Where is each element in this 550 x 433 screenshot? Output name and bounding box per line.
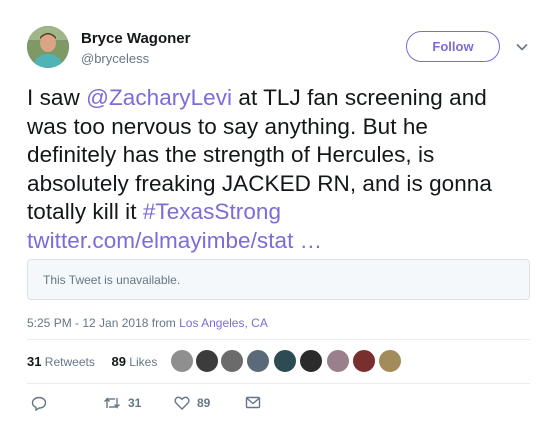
quoted-tweet-card[interactable]: This Tweet is unavailable. bbox=[27, 259, 530, 300]
liker-avatar[interactable] bbox=[170, 349, 194, 373]
avatar[interactable] bbox=[27, 26, 69, 68]
tweet-text-segment: I saw bbox=[27, 85, 87, 110]
author-handle[interactable]: @bryceless bbox=[81, 51, 149, 66]
tweet-location-link[interactable]: Los Angeles, CA bbox=[179, 316, 268, 330]
tweet-text-line: I saw @ZacharyLevi at TLJ fan screening … bbox=[27, 84, 532, 113]
liker-avatar[interactable] bbox=[246, 349, 270, 373]
author-name[interactable]: Bryce Wagoner bbox=[81, 30, 190, 47]
like-count: 89 bbox=[197, 396, 211, 410]
retweet-count: 31 bbox=[128, 396, 142, 410]
retweets-count: 31 bbox=[27, 354, 42, 369]
tweet-text-line: definitely has the strength of Hercules,… bbox=[27, 141, 532, 170]
chevron-down-icon[interactable] bbox=[515, 40, 529, 54]
likes-stat[interactable]: 89 Likes bbox=[111, 354, 158, 369]
mention-link[interactable]: @ZacharyLevi bbox=[86, 85, 232, 110]
envelope-icon bbox=[245, 396, 261, 409]
tweet-text-segment: definitely has the strength of Hercules,… bbox=[27, 142, 435, 167]
retweet-icon bbox=[104, 397, 120, 409]
liker-avatar[interactable] bbox=[299, 349, 323, 373]
divider bbox=[27, 383, 530, 384]
reply-icon bbox=[31, 396, 47, 411]
direct-message-button[interactable] bbox=[245, 396, 261, 409]
liker-avatar[interactable] bbox=[273, 349, 297, 373]
liker-avatar[interactable] bbox=[326, 349, 350, 373]
tweet-text-line: was too nervous to say anything. But he bbox=[27, 113, 532, 142]
from-text: from bbox=[148, 316, 180, 330]
heart-icon bbox=[174, 396, 190, 410]
retweet-button[interactable]: 31 bbox=[103, 396, 141, 410]
retweets-stat[interactable]: 31 Retweets bbox=[27, 354, 95, 369]
tweet-text-segment: was too nervous to say anything. But he bbox=[27, 113, 428, 139]
tweet-text-line: absolutely freaking JACKED RN, and is go… bbox=[27, 170, 532, 199]
liker-avatar[interactable] bbox=[220, 349, 244, 373]
tweet-stats: 31 Retweets 89 Likes bbox=[27, 354, 157, 369]
liker-avatar[interactable] bbox=[352, 349, 376, 373]
tweet-text-segment: totally kill it bbox=[27, 199, 143, 224]
likes-count: 89 bbox=[111, 354, 126, 369]
hashtag-link[interactable]: #TexasStrong bbox=[143, 199, 281, 224]
liker-avatar[interactable] bbox=[195, 349, 219, 373]
retweets-label: Retweets bbox=[41, 355, 95, 369]
tweet-text-line: twitter.com/elmayimbe/stat … bbox=[27, 227, 532, 256]
likes-label: Likes bbox=[125, 355, 158, 369]
like-button[interactable]: 89 bbox=[174, 396, 210, 410]
url-link[interactable]: twitter.com/elmayimbe/stat … bbox=[27, 228, 322, 253]
quoted-tweet-unavailable-text: This Tweet is unavailable. bbox=[43, 273, 181, 287]
tweet-timestamp[interactable]: 5:25 PM - 12 Jan 2018 bbox=[27, 316, 148, 330]
tweet-text-segment: at TLJ fan screening and bbox=[232, 85, 487, 110]
tweet-text-line: totally kill it #TexasStrong bbox=[27, 198, 532, 227]
tweet-metadata: 5:25 PM - 12 Jan 2018 from Los Angeles, … bbox=[27, 316, 268, 330]
tweet-text-segment: absolutely freaking JACKED RN, and is go… bbox=[27, 170, 492, 196]
tweet-actions: 31 89 bbox=[27, 396, 327, 414]
tweet-text: I saw @ZacharyLevi at TLJ fan screening … bbox=[27, 84, 532, 255]
reply-button[interactable] bbox=[31, 396, 47, 411]
liker-avatar[interactable] bbox=[378, 349, 402, 373]
divider bbox=[27, 339, 530, 340]
follow-button[interactable]: Follow bbox=[406, 31, 500, 62]
